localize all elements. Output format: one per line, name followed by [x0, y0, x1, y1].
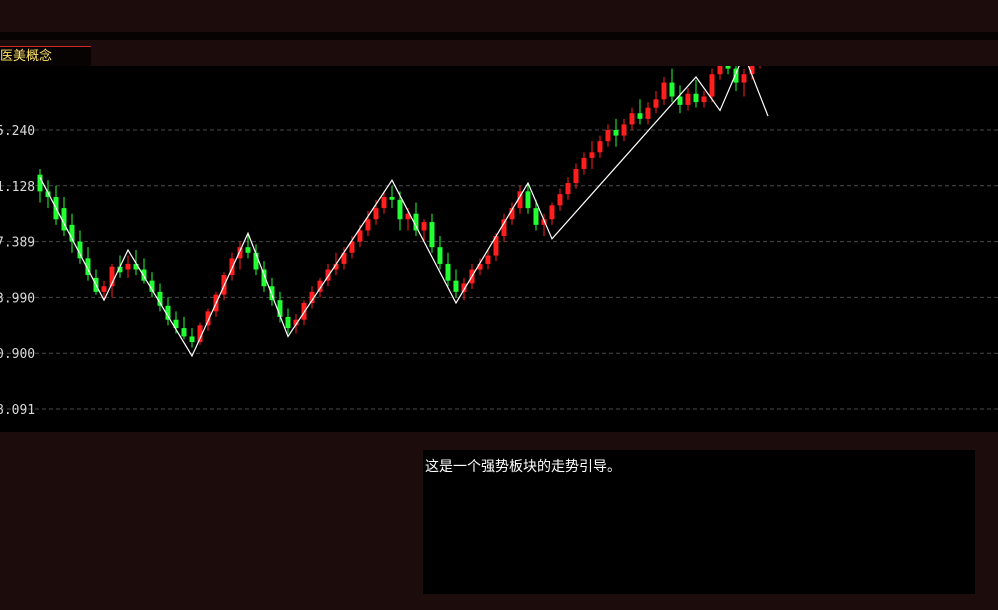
y-tick-label: 7.389	[0, 236, 35, 251]
grid-lines	[0, 129, 998, 410]
candle-body	[549, 205, 555, 220]
candle-body	[557, 194, 563, 206]
candle-body	[485, 255, 491, 264]
y-tick-label: 5.240	[0, 124, 35, 139]
candle-body	[653, 99, 659, 108]
candle-body	[685, 93, 691, 105]
candle-body	[645, 107, 651, 119]
toolbar-divider	[0, 32, 998, 40]
sector-tab[interactable]: 医美概念	[0, 46, 91, 66]
candlestick-chart: 8.091 0.900 3.990 7.389 1.128 5.240	[0, 66, 998, 418]
top-toolbar	[0, 0, 998, 32]
candle-body	[285, 316, 291, 329]
y-tick-label: 0.900	[0, 347, 35, 362]
caption-text: 这是一个强势板块的走势引导。	[425, 459, 621, 475]
candle-body	[397, 199, 403, 220]
candle-body	[741, 74, 747, 83]
candle-body	[389, 196, 395, 200]
candle-body	[437, 247, 443, 264]
candle-body	[573, 169, 579, 184]
candle-body	[589, 152, 595, 158]
candle-body	[581, 157, 587, 170]
candle-body	[125, 263, 131, 270]
candle-body	[189, 336, 195, 343]
candle-body	[381, 196, 387, 209]
y-tick-label: 1.128	[0, 180, 35, 195]
candle-body	[181, 328, 187, 337]
candle-body	[693, 93, 699, 103]
candle-body	[501, 219, 507, 237]
candle-body	[621, 124, 627, 136]
candle-body	[533, 208, 539, 225]
zigzag-trendline	[39, 66, 769, 358]
candle-body	[445, 263, 451, 281]
candle-body	[709, 74, 715, 97]
y-tick-label: 3.990	[0, 291, 35, 306]
candle-body	[565, 183, 571, 195]
candle-body	[725, 66, 731, 69]
candle-body	[357, 230, 363, 242]
kline-chart-panel[interactable]: 8.091 0.900 3.990 7.389 1.128 5.240	[0, 66, 998, 432]
zigzag-line	[39, 66, 769, 358]
y-axis-ticks: 8.091 0.900 3.990 7.389 1.128 5.240	[0, 124, 35, 418]
candle-body	[237, 247, 243, 259]
candles	[37, 66, 761, 348]
candle-body	[365, 219, 371, 231]
candle-body	[613, 130, 619, 136]
candle-body	[37, 174, 43, 192]
candle-body	[597, 141, 603, 153]
candle-body	[669, 82, 675, 97]
candle-body	[717, 66, 723, 75]
candle-body	[101, 286, 107, 292]
y-tick-label: 8.091	[0, 403, 35, 418]
candle-body	[661, 82, 667, 100]
candle-body	[637, 113, 643, 119]
candle-body	[453, 280, 459, 292]
candle-body	[421, 222, 427, 231]
candle-body	[245, 247, 251, 253]
candle-body	[629, 113, 635, 125]
candle-body	[373, 208, 379, 220]
candle-body	[525, 191, 531, 209]
title-strip	[0, 40, 998, 66]
candle-body	[605, 130, 611, 142]
candle-body	[429, 222, 435, 248]
caption-box: 这是一个强势板块的走势引导。	[423, 450, 975, 594]
candle-body	[701, 96, 707, 103]
